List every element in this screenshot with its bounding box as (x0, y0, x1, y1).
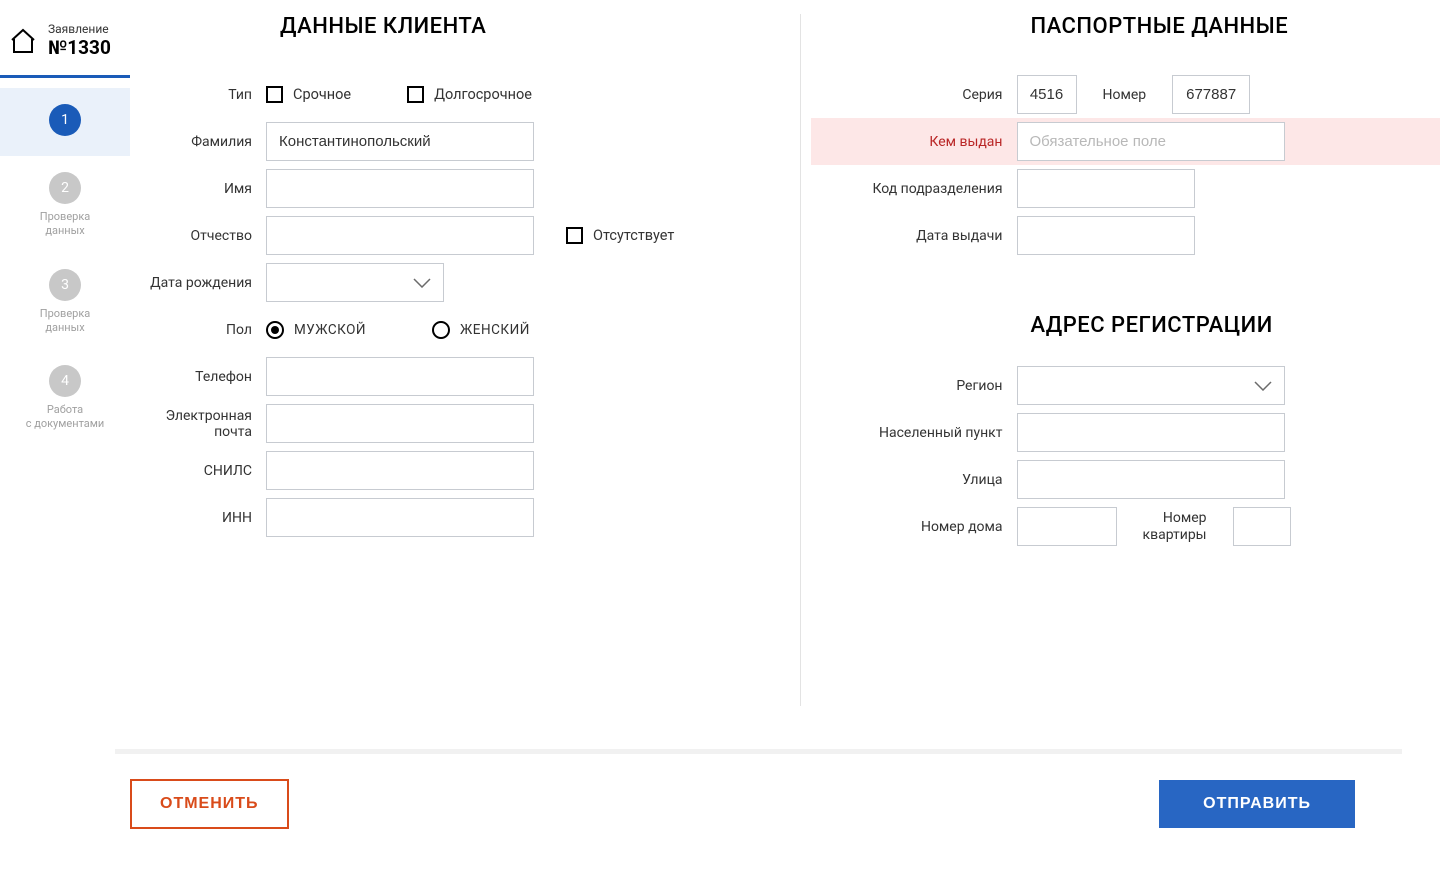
client-data-section: ДАННЫЕ КЛИЕНТА Тип Срочное Долгосрочное … (130, 0, 800, 720)
cancel-button[interactable]: ОТМЕНИТЬ (130, 779, 289, 829)
type-label: Тип (130, 87, 266, 103)
step-1[interactable]: 1 (0, 88, 130, 156)
patronymic-absent-checkbox[interactable]: Отсутствует (566, 227, 674, 244)
street-label: Улица (811, 472, 1017, 488)
issued-by-label: Кем выдан (811, 134, 1017, 150)
dept-code-label: Код подразделения (811, 181, 1017, 197)
email-input[interactable] (266, 404, 534, 443)
step-2[interactable]: 2 Проверка данных (0, 156, 130, 253)
sidebar-header: Заявление №1330 (0, 0, 130, 75)
sidebar-underline (0, 75, 130, 78)
region-select[interactable] (1017, 366, 1285, 405)
passport-address-section: ПАСПОРТНЫЕ ДАННЫЕ Серия Номер Кем выдан … (801, 0, 1440, 720)
passport-data-title: ПАСПОРТНЫЕ ДАННЫЕ (1031, 14, 1440, 39)
patronymic-label: Отчество (130, 228, 266, 244)
application-number: №1330 (48, 36, 111, 59)
footer-divider (115, 749, 1402, 754)
inn-label: ИНН (130, 510, 266, 526)
chevron-down-icon (413, 274, 431, 292)
radio-icon (266, 321, 284, 339)
name-input[interactable] (266, 169, 534, 208)
number-label: Номер (1103, 87, 1147, 103)
patronymic-input[interactable] (266, 216, 534, 255)
snils-label: СНИЛС (130, 463, 266, 479)
checkbox-label: Долгосрочное (434, 86, 532, 103)
region-label: Регион (811, 378, 1017, 394)
type-long-checkbox[interactable]: Долгосрочное (407, 86, 532, 103)
radio-label: МУЖСКОЙ (294, 322, 366, 338)
step-number: 3 (49, 269, 81, 301)
checkbox-icon (566, 227, 583, 244)
inn-input[interactable] (266, 498, 534, 537)
chevron-down-icon (1254, 377, 1272, 395)
surname-input[interactable] (266, 122, 534, 161)
step-3[interactable]: 3 Проверка данных (0, 253, 130, 350)
city-label: Населенный пункт (811, 425, 1017, 441)
series-label: Серия (811, 87, 1017, 103)
apt-input[interactable] (1233, 507, 1291, 546)
email-label: Электронная почта (130, 408, 266, 440)
type-urgent-checkbox[interactable]: Срочное (266, 86, 351, 103)
apt-label: Номер квартиры (1143, 510, 1207, 544)
phone-input[interactable] (266, 357, 534, 396)
gender-label: Пол (130, 322, 266, 338)
issued-by-input[interactable] (1017, 122, 1285, 161)
surname-label: Фамилия (130, 134, 266, 150)
phone-label: Телефон (130, 369, 266, 385)
radio-label: ЖЕНСКИЙ (460, 322, 530, 338)
name-label: Имя (130, 181, 266, 197)
gender-male-radio[interactable]: МУЖСКОЙ (266, 321, 366, 339)
footer: ОТМЕНИТЬ ОТПРАВИТЬ (130, 779, 1355, 829)
step-number: 1 (49, 104, 81, 136)
street-input[interactable] (1017, 460, 1285, 499)
sidebar: Заявление №1330 1 2 Проверка данных 3 Пр… (0, 0, 130, 879)
application-label: Заявление (48, 22, 111, 36)
step-number: 2 (49, 172, 81, 204)
series-input[interactable] (1017, 75, 1077, 114)
snils-input[interactable] (266, 451, 534, 490)
birthdate-select[interactable] (266, 263, 444, 302)
step-4[interactable]: 4 Работа с документами (0, 349, 130, 446)
radio-icon (432, 321, 450, 339)
address-title: АДРЕС РЕГИСТРАЦИИ (1031, 313, 1440, 338)
house-icon (8, 26, 38, 56)
issue-date-label: Дата выдачи (811, 228, 1017, 244)
gender-female-radio[interactable]: ЖЕНСКИЙ (432, 321, 530, 339)
number-input[interactable] (1172, 75, 1250, 114)
checkbox-label: Срочное (293, 86, 351, 103)
checkbox-icon (266, 86, 283, 103)
birthdate-label: Дата рождения (130, 275, 266, 291)
step-label: Проверка данных (40, 210, 91, 239)
checkbox-label: Отсутствует (593, 227, 674, 244)
main-content: ДАННЫЕ КЛИЕНТА Тип Срочное Долгосрочное … (130, 0, 1440, 879)
checkbox-icon (407, 86, 424, 103)
dept-code-input[interactable] (1017, 169, 1195, 208)
house-label: Номер дома (811, 519, 1017, 535)
step-number: 4 (49, 365, 81, 397)
step-label: Проверка данных (40, 307, 91, 336)
submit-button[interactable]: ОТПРАВИТЬ (1159, 780, 1355, 828)
city-input[interactable] (1017, 413, 1285, 452)
issue-date-input[interactable] (1017, 216, 1195, 255)
house-input[interactable] (1017, 507, 1117, 546)
step-label: Работа с документами (26, 403, 105, 432)
client-data-title: ДАННЫЕ КЛИЕНТА (280, 14, 760, 39)
